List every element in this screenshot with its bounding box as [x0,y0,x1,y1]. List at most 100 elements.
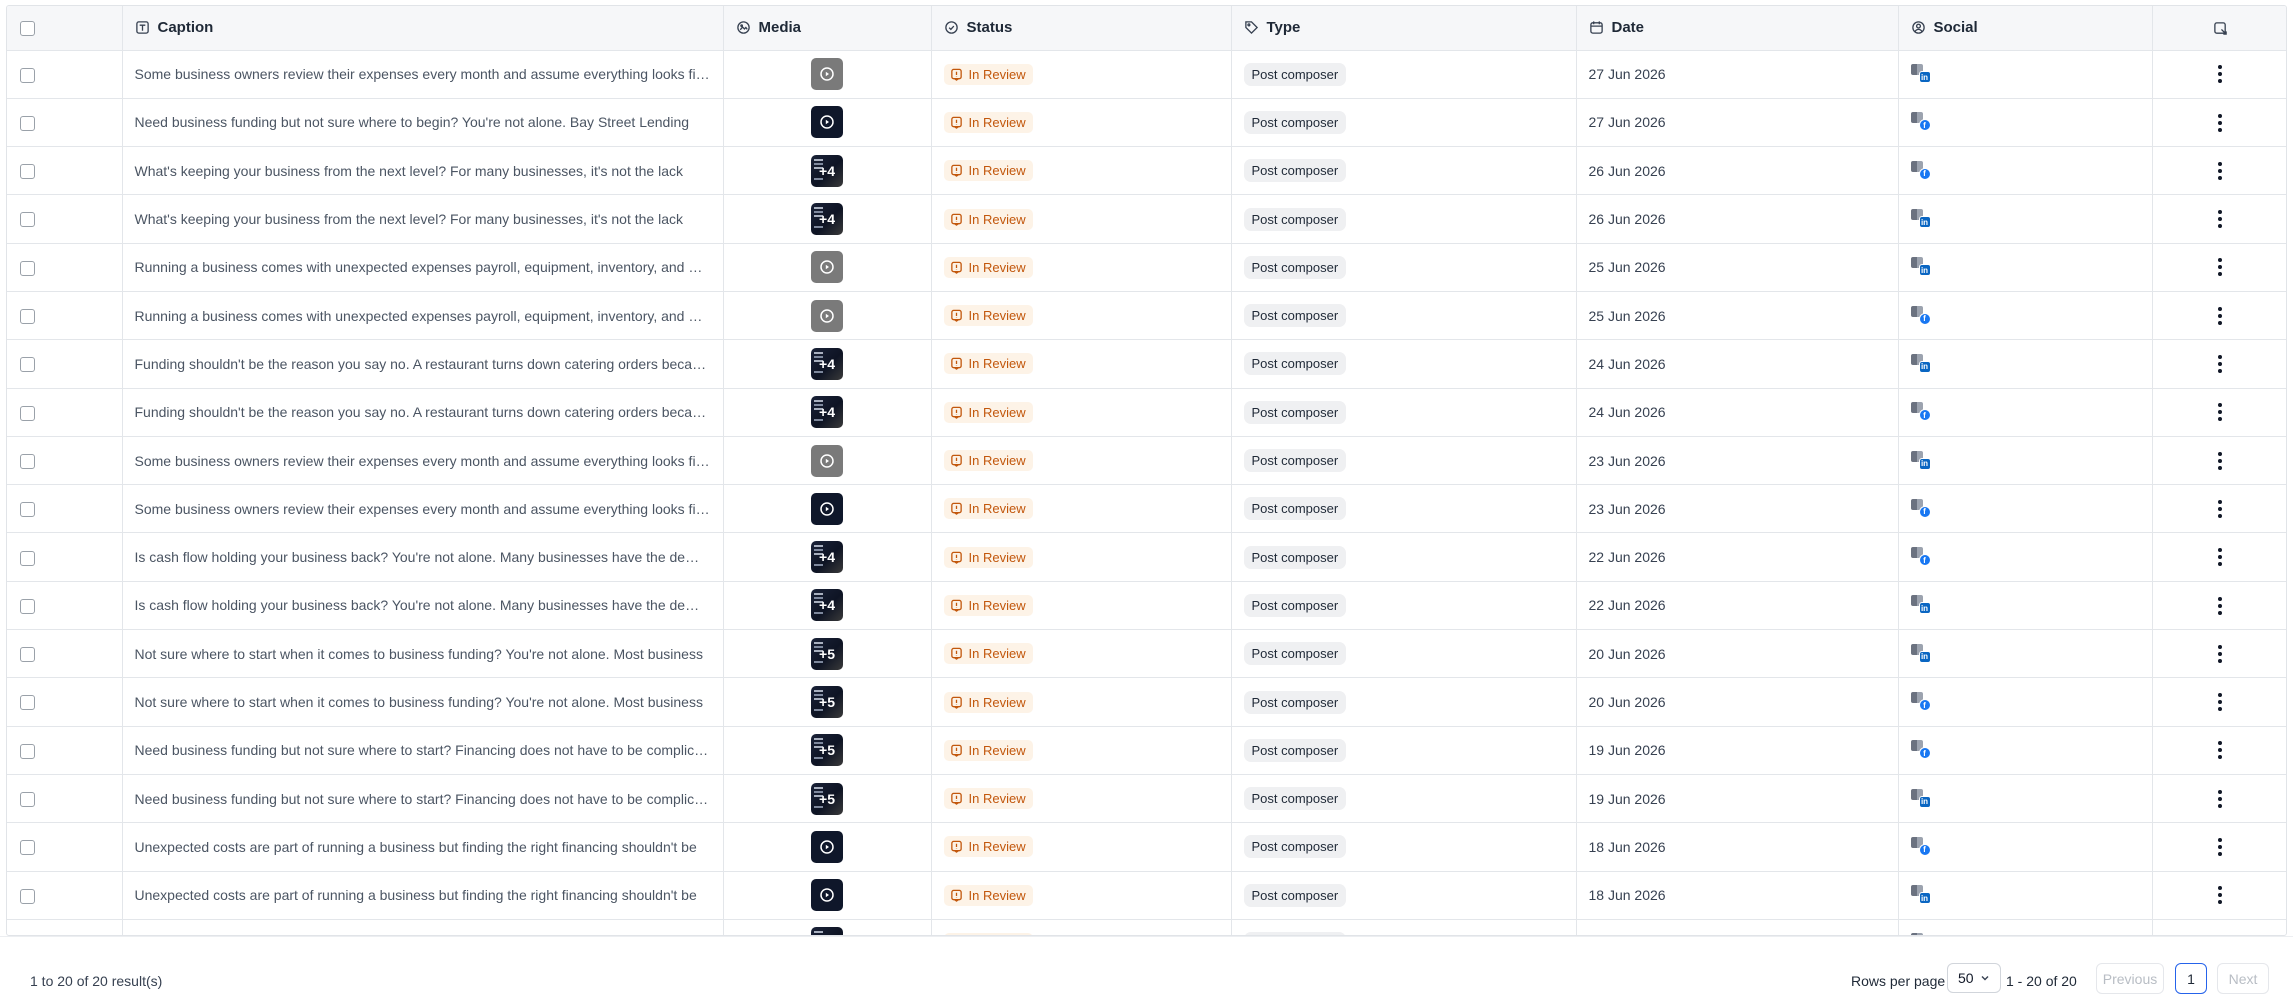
table-row[interactable]: Unexpected costs are part of running a b… [7,871,2286,920]
video-thumbnail[interactable] [811,299,843,332]
table-row[interactable]: Funding shouldn't be the reason you say … [7,388,2286,437]
more-options-icon[interactable] [2218,596,2223,615]
more-options-icon[interactable] [2218,210,2223,229]
caption-cell[interactable]: What's keeping your business from the ne… [122,194,724,244]
table-row[interactable]: Some business owners review their expens… [7,436,2286,486]
more-options-icon[interactable] [2218,306,2223,325]
social-account[interactable]: in [1910,255,1935,279]
column-settings-icon[interactable] [2213,21,2228,36]
video-thumbnail[interactable] [811,58,843,91]
social-account[interactable]: f [1910,497,1935,521]
table-row[interactable]: What's keeping your business from the ne… [7,146,2286,196]
row-checkbox[interactable] [20,840,35,856]
row-checkbox[interactable] [20,598,35,614]
social-account[interactable]: f [1910,690,1935,714]
social-account[interactable]: in [1910,593,1935,617]
more-options-icon[interactable] [2218,644,2223,663]
media-gallery-thumbnail[interactable]: +5 [811,734,843,767]
more-options-icon[interactable] [2218,838,2223,857]
video-thumbnail[interactable] [811,106,843,139]
more-options-icon[interactable] [2218,258,2223,277]
more-options-icon[interactable] [2218,741,2223,760]
more-options-icon[interactable] [2218,113,2223,132]
caption-cell[interactable] [122,919,724,935]
social-account[interactable]: f [1910,738,1935,762]
caption-cell[interactable]: Funding shouldn't be the reason you say … [122,339,724,389]
caption-cell[interactable]: Not sure where to start when it comes to… [122,677,724,727]
social-account[interactable]: in [1910,62,1935,86]
row-checkbox[interactable] [20,405,35,421]
social-account[interactable]: f [1910,110,1935,134]
more-options-icon[interactable] [2218,403,2223,422]
table-row[interactable]: Some business owners review their expens… [7,484,2286,534]
table-row[interactable]: What's keeping your business from the ne… [7,194,2286,244]
video-thumbnail[interactable] [811,251,843,284]
social-account[interactable]: in [1910,787,1935,811]
social-account[interactable]: in [1910,449,1935,473]
caption-cell[interactable]: Funding shouldn't be the reason you say … [122,388,724,437]
social-account[interactable]: f [1910,545,1935,569]
table-row[interactable]: Need business funding but not sure where… [7,726,2286,775]
media-gallery-thumbnail[interactable]: +4 [811,347,843,380]
table-row[interactable]: Not sure where to start when it comes to… [7,677,2286,727]
more-options-icon[interactable] [2218,65,2223,84]
more-options-icon[interactable] [2218,499,2223,518]
social-account[interactable]: f [1910,159,1935,183]
media-gallery-thumbnail[interactable]: +4 [811,154,843,187]
row-checkbox[interactable] [20,67,35,83]
video-thumbnail[interactable] [811,492,843,525]
row-checkbox[interactable] [20,453,35,469]
table-row[interactable]: Running a business comes with unexpected… [7,291,2286,341]
previous-page-button[interactable]: Previous [2096,963,2164,994]
media-gallery-thumbnail[interactable] [811,927,843,935]
social-account[interactable]: in [1910,642,1935,666]
row-checkbox[interactable] [20,695,35,711]
media-gallery-thumbnail[interactable]: +5 [811,686,843,718]
column-header-caption[interactable]: Caption [122,6,724,51]
media-gallery-thumbnail[interactable]: +5 [811,782,843,815]
caption-cell[interactable]: Some business owners review their expens… [122,50,724,99]
more-options-icon[interactable] [2218,886,2223,905]
more-options-icon[interactable] [2218,161,2223,180]
next-page-button[interactable]: Next [2217,963,2269,994]
table-row[interactable]: Unexpected costs are part of running a b… [7,822,2286,872]
more-options-icon[interactable] [2218,548,2223,567]
social-account[interactable]: in [1910,352,1935,376]
table-row[interactable]: Not sure where to start when it comes to… [7,629,2286,679]
caption-cell[interactable]: Unexpected costs are part of running a b… [122,822,724,872]
table-row[interactable]: Some business owners review their expens… [7,50,2286,99]
page-1-button[interactable]: 1 [2175,963,2207,994]
social-account[interactable]: f [1910,304,1935,328]
social-account[interactable]: f [1910,835,1935,859]
caption-cell[interactable]: Need business funding but not sure where… [122,726,724,775]
column-header-status[interactable]: Status [931,6,1232,51]
video-thumbnail[interactable] [811,444,843,477]
more-options-icon[interactable] [2218,355,2223,374]
table-row[interactable]: Need business funding but not sure where… [7,98,2286,148]
table-row[interactable]: In ReviewPost composer in [7,919,2286,935]
select-all-checkbox[interactable] [20,20,35,36]
table-row[interactable]: Is cash flow holding your business back?… [7,532,2286,582]
row-checkbox[interactable] [20,502,35,518]
row-checkbox[interactable] [20,115,35,131]
table-row[interactable]: Running a business comes with unexpected… [7,243,2286,292]
row-checkbox[interactable] [20,309,35,325]
social-account[interactable]: in [1910,207,1935,231]
media-gallery-thumbnail[interactable]: +5 [811,637,843,670]
caption-cell[interactable]: Not sure where to start when it comes to… [122,629,724,679]
caption-cell[interactable]: Need business funding but not sure where… [122,774,724,824]
caption-cell[interactable]: Is cash flow holding your business back?… [122,581,724,631]
column-header-social[interactable]: Social [1898,6,2153,51]
table-row[interactable]: Is cash flow holding your business back?… [7,581,2286,631]
caption-cell[interactable]: Some business owners review their expens… [122,436,724,486]
row-checkbox[interactable] [20,888,35,904]
social-account[interactable]: in [1910,883,1935,907]
column-header-media[interactable]: Media [723,6,932,51]
video-thumbnail[interactable] [811,830,843,863]
more-options-icon[interactable] [2218,451,2223,470]
caption-cell[interactable]: Some business owners review their expens… [122,484,724,534]
table-row[interactable]: Funding shouldn't be the reason you say … [7,339,2286,389]
table-row[interactable]: Need business funding but not sure where… [7,774,2286,824]
caption-cell[interactable]: Running a business comes with unexpected… [122,291,724,341]
column-header-type[interactable]: Type [1231,6,1577,51]
